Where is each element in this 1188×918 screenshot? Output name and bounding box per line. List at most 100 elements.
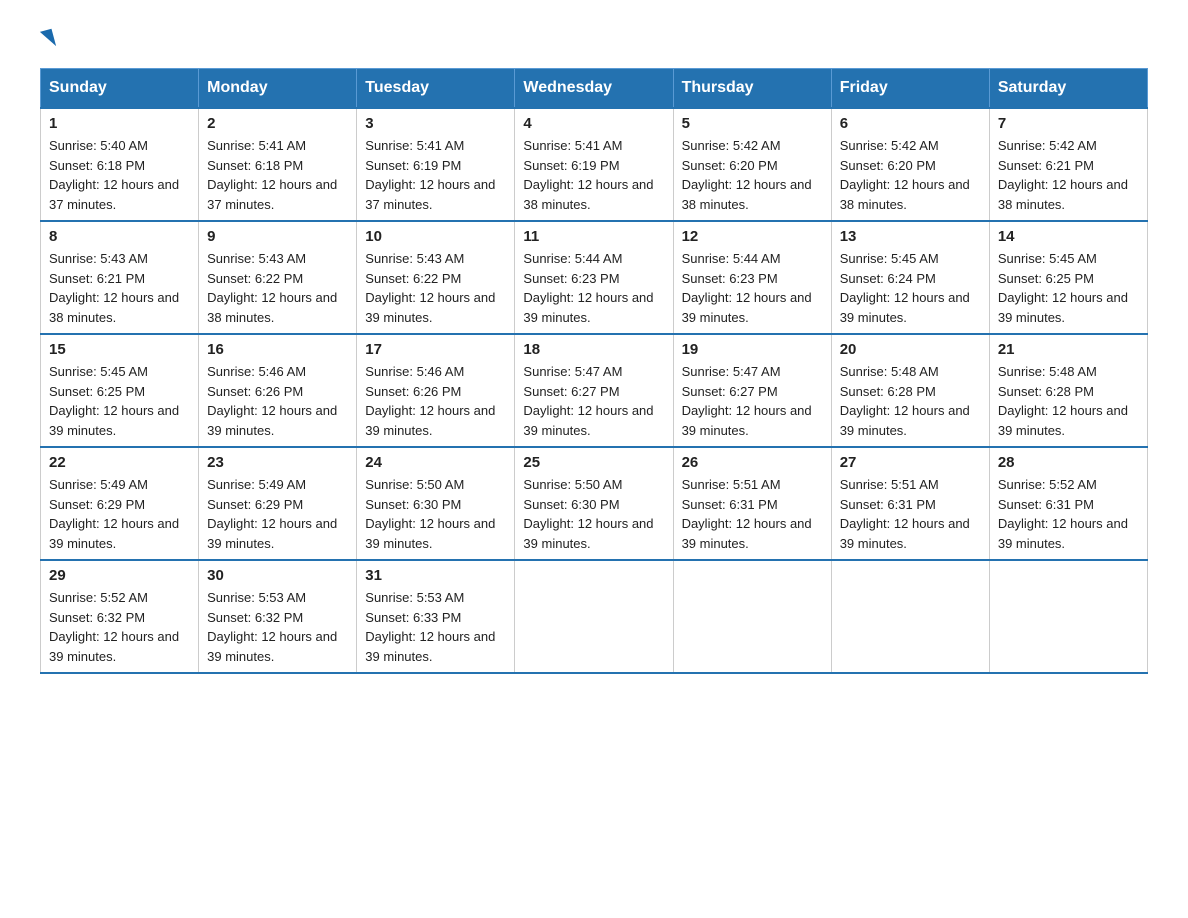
calendar-day-cell	[989, 560, 1147, 673]
day-info: Sunrise: 5:43 AMSunset: 6:21 PMDaylight:…	[49, 249, 190, 327]
calendar-day-cell: 29 Sunrise: 5:52 AMSunset: 6:32 PMDaylig…	[41, 560, 199, 673]
day-info: Sunrise: 5:51 AMSunset: 6:31 PMDaylight:…	[682, 475, 823, 553]
calendar-week-row: 22 Sunrise: 5:49 AMSunset: 6:29 PMDaylig…	[41, 447, 1148, 560]
day-number: 20	[840, 341, 981, 358]
calendar-day-cell: 3 Sunrise: 5:41 AMSunset: 6:19 PMDayligh…	[357, 108, 515, 221]
logo	[40, 30, 56, 48]
day-number: 1	[49, 115, 190, 132]
day-number: 29	[49, 567, 190, 584]
calendar-day-cell: 7 Sunrise: 5:42 AMSunset: 6:21 PMDayligh…	[989, 108, 1147, 221]
day-number: 24	[365, 454, 506, 471]
calendar-table: SundayMondayTuesdayWednesdayThursdayFrid…	[40, 68, 1148, 674]
calendar-day-cell: 8 Sunrise: 5:43 AMSunset: 6:21 PMDayligh…	[41, 221, 199, 334]
calendar-day-cell: 24 Sunrise: 5:50 AMSunset: 6:30 PMDaylig…	[357, 447, 515, 560]
calendar-day-cell: 10 Sunrise: 5:43 AMSunset: 6:22 PMDaylig…	[357, 221, 515, 334]
weekday-header-sunday: Sunday	[41, 69, 199, 109]
calendar-day-cell: 14 Sunrise: 5:45 AMSunset: 6:25 PMDaylig…	[989, 221, 1147, 334]
calendar-day-cell: 1 Sunrise: 5:40 AMSunset: 6:18 PMDayligh…	[41, 108, 199, 221]
calendar-day-cell: 11 Sunrise: 5:44 AMSunset: 6:23 PMDaylig…	[515, 221, 673, 334]
day-info: Sunrise: 5:45 AMSunset: 6:25 PMDaylight:…	[49, 362, 190, 440]
calendar-day-cell: 13 Sunrise: 5:45 AMSunset: 6:24 PMDaylig…	[831, 221, 989, 334]
day-number: 15	[49, 341, 190, 358]
calendar-day-cell: 25 Sunrise: 5:50 AMSunset: 6:30 PMDaylig…	[515, 447, 673, 560]
day-info: Sunrise: 5:45 AMSunset: 6:24 PMDaylight:…	[840, 249, 981, 327]
day-number: 25	[523, 454, 664, 471]
day-number: 18	[523, 341, 664, 358]
day-number: 31	[365, 567, 506, 584]
day-number: 12	[682, 228, 823, 245]
calendar-day-cell	[831, 560, 989, 673]
day-info: Sunrise: 5:46 AMSunset: 6:26 PMDaylight:…	[365, 362, 506, 440]
day-info: Sunrise: 5:44 AMSunset: 6:23 PMDaylight:…	[523, 249, 664, 327]
day-number: 3	[365, 115, 506, 132]
calendar-day-cell	[673, 560, 831, 673]
day-info: Sunrise: 5:53 AMSunset: 6:33 PMDaylight:…	[365, 588, 506, 666]
day-info: Sunrise: 5:49 AMSunset: 6:29 PMDaylight:…	[49, 475, 190, 553]
calendar-day-cell: 26 Sunrise: 5:51 AMSunset: 6:31 PMDaylig…	[673, 447, 831, 560]
calendar-day-cell: 16 Sunrise: 5:46 AMSunset: 6:26 PMDaylig…	[199, 334, 357, 447]
day-number: 10	[365, 228, 506, 245]
calendar-day-cell: 30 Sunrise: 5:53 AMSunset: 6:32 PMDaylig…	[199, 560, 357, 673]
day-number: 26	[682, 454, 823, 471]
day-info: Sunrise: 5:42 AMSunset: 6:20 PMDaylight:…	[682, 136, 823, 214]
day-info: Sunrise: 5:52 AMSunset: 6:31 PMDaylight:…	[998, 475, 1139, 553]
day-info: Sunrise: 5:41 AMSunset: 6:19 PMDaylight:…	[523, 136, 664, 214]
day-info: Sunrise: 5:43 AMSunset: 6:22 PMDaylight:…	[207, 249, 348, 327]
day-number: 5	[682, 115, 823, 132]
day-info: Sunrise: 5:50 AMSunset: 6:30 PMDaylight:…	[523, 475, 664, 553]
day-number: 13	[840, 228, 981, 245]
day-info: Sunrise: 5:42 AMSunset: 6:20 PMDaylight:…	[840, 136, 981, 214]
day-number: 9	[207, 228, 348, 245]
calendar-week-row: 1 Sunrise: 5:40 AMSunset: 6:18 PMDayligh…	[41, 108, 1148, 221]
day-info: Sunrise: 5:45 AMSunset: 6:25 PMDaylight:…	[998, 249, 1139, 327]
day-number: 17	[365, 341, 506, 358]
calendar-day-cell: 27 Sunrise: 5:51 AMSunset: 6:31 PMDaylig…	[831, 447, 989, 560]
calendar-day-cell: 4 Sunrise: 5:41 AMSunset: 6:19 PMDayligh…	[515, 108, 673, 221]
calendar-day-cell: 18 Sunrise: 5:47 AMSunset: 6:27 PMDaylig…	[515, 334, 673, 447]
calendar-day-cell: 20 Sunrise: 5:48 AMSunset: 6:28 PMDaylig…	[831, 334, 989, 447]
day-number: 19	[682, 341, 823, 358]
day-info: Sunrise: 5:48 AMSunset: 6:28 PMDaylight:…	[998, 362, 1139, 440]
weekday-header-wednesday: Wednesday	[515, 69, 673, 109]
day-info: Sunrise: 5:47 AMSunset: 6:27 PMDaylight:…	[523, 362, 664, 440]
weekday-header-friday: Friday	[831, 69, 989, 109]
day-info: Sunrise: 5:41 AMSunset: 6:19 PMDaylight:…	[365, 136, 506, 214]
day-number: 4	[523, 115, 664, 132]
calendar-day-cell	[515, 560, 673, 673]
day-number: 7	[998, 115, 1139, 132]
calendar-day-cell: 6 Sunrise: 5:42 AMSunset: 6:20 PMDayligh…	[831, 108, 989, 221]
day-info: Sunrise: 5:42 AMSunset: 6:21 PMDaylight:…	[998, 136, 1139, 214]
calendar-week-row: 15 Sunrise: 5:45 AMSunset: 6:25 PMDaylig…	[41, 334, 1148, 447]
logo-arrow-icon	[40, 29, 56, 49]
day-number: 23	[207, 454, 348, 471]
day-info: Sunrise: 5:52 AMSunset: 6:32 PMDaylight:…	[49, 588, 190, 666]
calendar-day-cell: 23 Sunrise: 5:49 AMSunset: 6:29 PMDaylig…	[199, 447, 357, 560]
day-number: 21	[998, 341, 1139, 358]
day-number: 16	[207, 341, 348, 358]
calendar-day-cell: 31 Sunrise: 5:53 AMSunset: 6:33 PMDaylig…	[357, 560, 515, 673]
calendar-day-cell: 22 Sunrise: 5:49 AMSunset: 6:29 PMDaylig…	[41, 447, 199, 560]
calendar-week-row: 8 Sunrise: 5:43 AMSunset: 6:21 PMDayligh…	[41, 221, 1148, 334]
day-number: 27	[840, 454, 981, 471]
day-number: 2	[207, 115, 348, 132]
day-number: 8	[49, 228, 190, 245]
day-number: 30	[207, 567, 348, 584]
weekday-header-saturday: Saturday	[989, 69, 1147, 109]
calendar-day-cell: 5 Sunrise: 5:42 AMSunset: 6:20 PMDayligh…	[673, 108, 831, 221]
day-info: Sunrise: 5:43 AMSunset: 6:22 PMDaylight:…	[365, 249, 506, 327]
page-header	[40, 30, 1148, 48]
calendar-week-row: 29 Sunrise: 5:52 AMSunset: 6:32 PMDaylig…	[41, 560, 1148, 673]
day-info: Sunrise: 5:44 AMSunset: 6:23 PMDaylight:…	[682, 249, 823, 327]
day-info: Sunrise: 5:47 AMSunset: 6:27 PMDaylight:…	[682, 362, 823, 440]
day-number: 28	[998, 454, 1139, 471]
day-info: Sunrise: 5:46 AMSunset: 6:26 PMDaylight:…	[207, 362, 348, 440]
weekday-header-monday: Monday	[199, 69, 357, 109]
calendar-day-cell: 21 Sunrise: 5:48 AMSunset: 6:28 PMDaylig…	[989, 334, 1147, 447]
day-number: 14	[998, 228, 1139, 245]
day-number: 22	[49, 454, 190, 471]
calendar-day-cell: 17 Sunrise: 5:46 AMSunset: 6:26 PMDaylig…	[357, 334, 515, 447]
calendar-day-cell: 12 Sunrise: 5:44 AMSunset: 6:23 PMDaylig…	[673, 221, 831, 334]
day-info: Sunrise: 5:41 AMSunset: 6:18 PMDaylight:…	[207, 136, 348, 214]
weekday-header-tuesday: Tuesday	[357, 69, 515, 109]
day-info: Sunrise: 5:50 AMSunset: 6:30 PMDaylight:…	[365, 475, 506, 553]
